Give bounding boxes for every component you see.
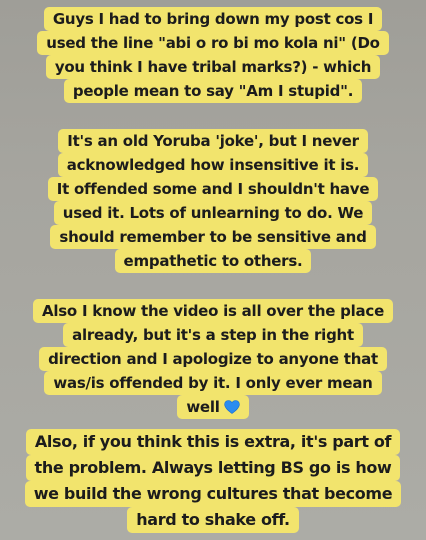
text-line: hard to shake off. [127, 507, 299, 533]
text-line: people mean to say "Am I stupid". [63, 79, 363, 103]
text-line: you think I have tribal marks?) - which [45, 55, 381, 79]
text-line: Also I know the video is all over the pl… [32, 299, 393, 323]
paragraph-1: Guys I had to bring down my post cos I u… [0, 7, 426, 103]
text-line: It offended some and I shouldn't have [47, 177, 379, 201]
text-line: used it. Lots of unlearning to do. We [53, 201, 373, 225]
paragraph-2: It's an old Yoruba 'joke', but I never a… [0, 129, 426, 273]
text-line: It's an old Yoruba 'joke', but I never [58, 129, 368, 153]
text-line: Guys I had to bring down my post cos I [43, 7, 383, 31]
text-line-label: well [186, 398, 220, 416]
text-line: acknowledged how insensitive it is. [57, 153, 369, 177]
text-line: used the line "abi o ro bi mo kola ni" (… [37, 31, 389, 55]
text-line: already, but it's a step in the right [63, 323, 363, 347]
blue-heart-icon [223, 400, 240, 414]
text-line: direction and I apologize to anyone that [39, 347, 387, 371]
text-line: we build the wrong cultures that become [24, 481, 402, 507]
text-line: Also, if you think this is extra, it's p… [25, 429, 401, 455]
text-line: the problem. Always letting BS go is how [25, 455, 401, 481]
text-line: should remember to be sensitive and [50, 225, 376, 249]
paragraph-3: Also I know the video is all over the pl… [0, 299, 426, 419]
text-line: was/is offended by it. I only ever mean [44, 371, 382, 395]
text-line: empathetic to others. [114, 249, 312, 273]
story-text-overlay: Guys I had to bring down my post cos I u… [0, 0, 426, 540]
paragraph-4: Also, if you think this is extra, it's p… [0, 429, 426, 533]
text-line-with-emoji: well [177, 395, 249, 419]
